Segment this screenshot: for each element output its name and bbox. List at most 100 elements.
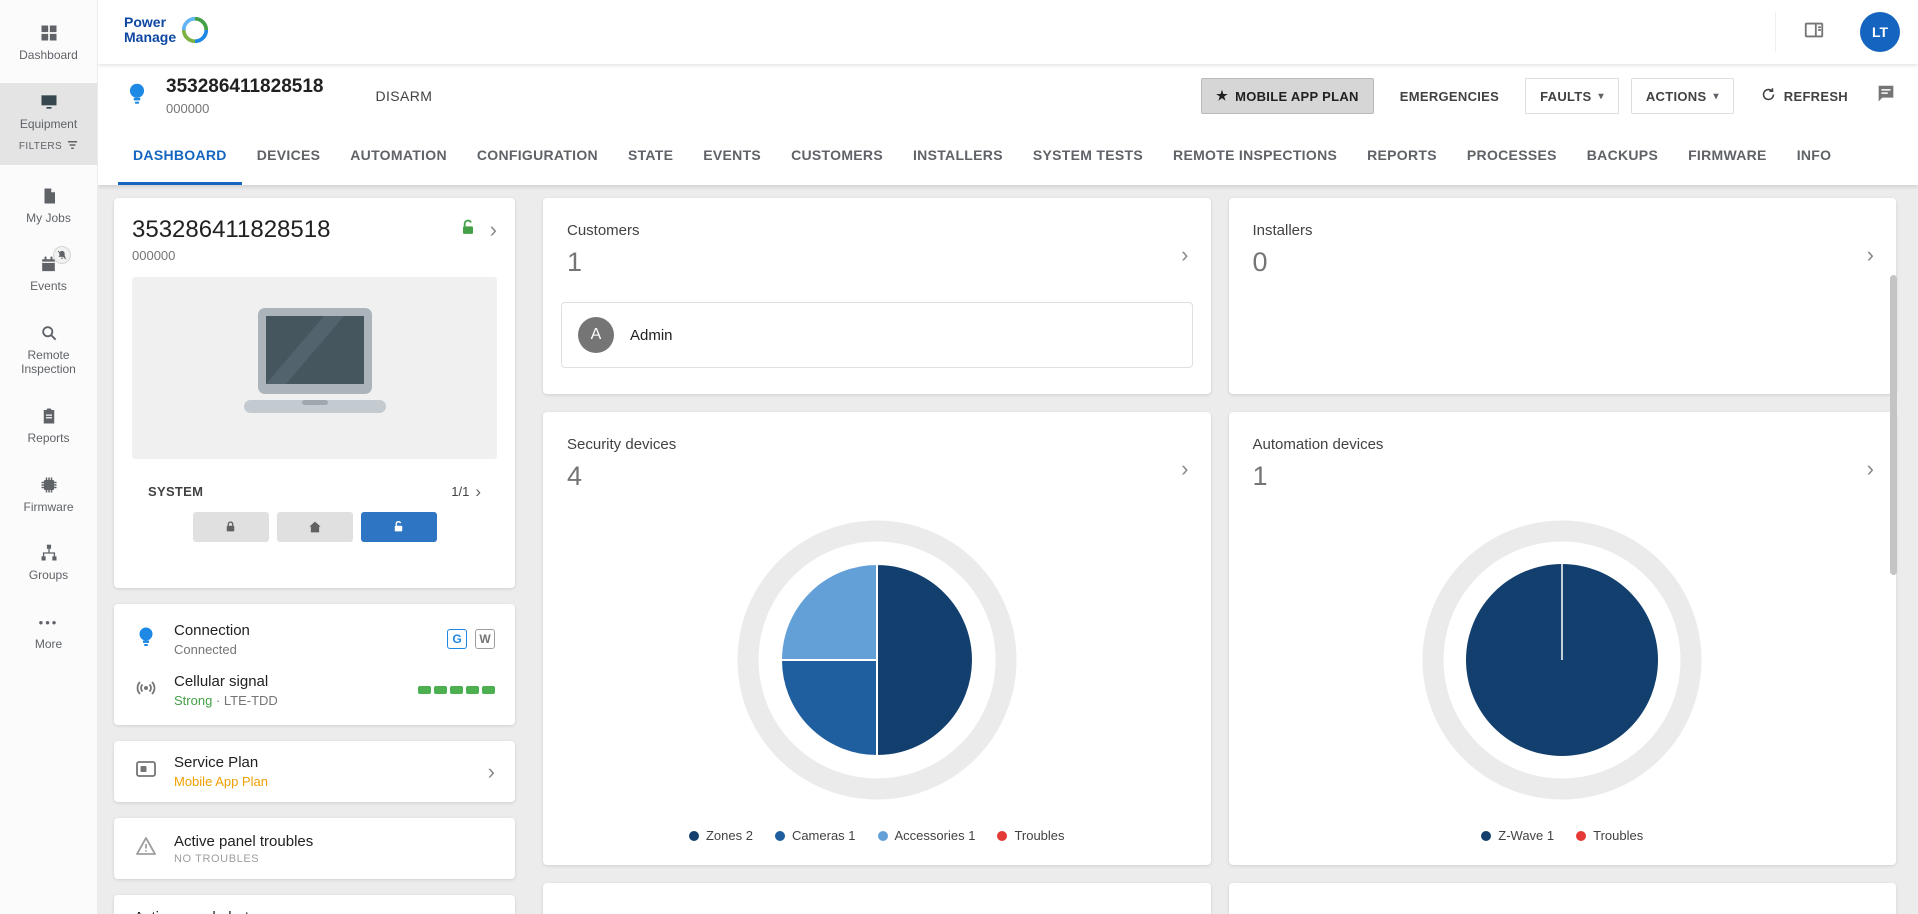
tab-backups[interactable]: BACKUPS bbox=[1572, 128, 1673, 185]
sidebar-item-equipment-inner[interactable]: Equipment bbox=[0, 83, 97, 140]
chevron-right-icon[interactable]: › bbox=[488, 761, 495, 783]
automation-devices-title: Automation devices bbox=[1253, 436, 1873, 453]
scrollbar-thumb[interactable] bbox=[1890, 275, 1897, 575]
security-devices-card: Security devices 4 › Zones 2 Cameras 1 A… bbox=[543, 412, 1211, 865]
sidebar-item-my-jobs[interactable]: My Jobs bbox=[0, 177, 97, 234]
panel-icon bbox=[134, 624, 158, 655]
home-icon bbox=[307, 519, 323, 535]
chip-icon bbox=[38, 474, 60, 496]
tab-remote-inspections[interactable]: REMOTE INSPECTIONS bbox=[1158, 128, 1352, 185]
caret-down-icon: ▾ bbox=[1713, 91, 1718, 102]
chevron-right-icon[interactable]: › bbox=[1867, 458, 1874, 480]
equipment-icon bbox=[38, 91, 60, 113]
sidebar-filters[interactable]: FILTERS bbox=[0, 140, 97, 163]
sidebar-item-more[interactable]: ••• More bbox=[0, 603, 97, 660]
lock-icon bbox=[223, 519, 238, 535]
sidebar-item-reports[interactable]: Reports bbox=[0, 397, 97, 454]
tab-reports[interactable]: REPORTS bbox=[1352, 128, 1452, 185]
security-devices-title: Security devices bbox=[567, 436, 1187, 453]
tab-automation[interactable]: AUTOMATION bbox=[335, 128, 462, 185]
customer-row-admin[interactable]: A Admin bbox=[561, 302, 1193, 368]
tab-state[interactable]: STATE bbox=[613, 128, 688, 185]
gprs-badge: G bbox=[447, 629, 467, 649]
layout-toggle-icon[interactable] bbox=[1802, 19, 1826, 46]
tab-customers[interactable]: CUSTOMERS bbox=[776, 128, 898, 185]
sidebar-item-remote-inspection[interactable]: Remote Inspection bbox=[0, 314, 97, 385]
logo-line1: Power bbox=[124, 15, 176, 31]
sidebar-item-groups[interactable]: Groups bbox=[0, 534, 97, 591]
zones-dot-icon bbox=[689, 831, 699, 841]
signal-bars-icon bbox=[418, 686, 495, 694]
chevron-right-icon[interactable]: › bbox=[490, 219, 497, 241]
panel-card-subtitle: 000000 bbox=[132, 248, 497, 263]
filters-label: FILTERS bbox=[19, 141, 62, 152]
cellular-strength: Strong bbox=[174, 693, 212, 708]
panel-summary-card: 353286411828518 › 000000 SYSTEM 1/1 bbox=[114, 198, 515, 588]
tab-processes[interactable]: PROCESSES bbox=[1452, 128, 1572, 185]
cellular-row: Cellular signal Strong · LTE-TDD bbox=[134, 667, 495, 713]
sidebar-item-firmware[interactable]: Firmware bbox=[0, 466, 97, 523]
sidebar-item-events[interactable]: Events bbox=[0, 245, 97, 302]
magnifier-icon bbox=[38, 322, 60, 344]
logo-line2: Manage bbox=[124, 30, 176, 46]
service-plan-card[interactable]: Service Plan Mobile App Plan › bbox=[114, 741, 515, 802]
sidebar-item-label: Reports bbox=[27, 432, 69, 446]
sidebar-item-equipment[interactable]: Equipment FILTERS bbox=[0, 83, 97, 165]
tab-system-tests[interactable]: SYSTEM TESTS bbox=[1018, 128, 1158, 185]
antenna-icon bbox=[134, 676, 158, 705]
troubles-value: NO TROUBLES bbox=[174, 853, 495, 865]
calendar-icon bbox=[38, 253, 60, 275]
connection-card: Connection Connected G W Cellular signal… bbox=[114, 604, 515, 725]
emergencies-button[interactable]: EMERGENCIES bbox=[1386, 78, 1513, 114]
tab-events[interactable]: EVENTS bbox=[688, 128, 776, 185]
more-dots-icon: ••• bbox=[38, 611, 60, 633]
clipboard-icon bbox=[38, 405, 60, 427]
faults-button[interactable]: FAULTS ▾ bbox=[1525, 78, 1619, 114]
star-icon: ★ bbox=[1216, 88, 1228, 104]
chevron-right-icon[interactable]: › bbox=[1181, 244, 1188, 266]
automation-devices-card: Automation devices 1 › Z-Wave 1 Troubles bbox=[1229, 412, 1897, 865]
panel-id: 353286411828518 bbox=[166, 76, 323, 98]
chevron-right-icon[interactable]: › bbox=[475, 483, 481, 500]
installers-title: Installers bbox=[1253, 222, 1873, 239]
legend-item-troubles: Troubles bbox=[1576, 828, 1643, 843]
chevron-right-icon[interactable]: › bbox=[1867, 244, 1874, 266]
warning-icon bbox=[134, 834, 158, 863]
mobile-app-plan-button[interactable]: ★ MOBILE APP PLAN bbox=[1201, 78, 1374, 114]
tab-bar: DASHBOARD DEVICES AUTOMATION CONFIGURATI… bbox=[98, 128, 1918, 185]
disarm-button[interactable] bbox=[361, 512, 437, 542]
customer-name: Admin bbox=[630, 327, 673, 344]
sidebar: Dashboard Equipment FILTERS My Jobs bbox=[0, 0, 98, 914]
panel-header: 353286411828518 000000 DISARM ★ MOBILE A… bbox=[98, 64, 1918, 128]
panel-card-title: 353286411828518 bbox=[132, 216, 446, 244]
tab-configuration[interactable]: CONFIGURATION bbox=[462, 128, 613, 185]
user-avatar[interactable]: LT bbox=[1860, 12, 1900, 52]
actions-button[interactable]: ACTIONS ▾ bbox=[1631, 78, 1734, 114]
tab-info[interactable]: INFO bbox=[1782, 128, 1847, 185]
tab-installers[interactable]: INSTALLERS bbox=[898, 128, 1018, 185]
app-logo[interactable]: Power Manage bbox=[124, 15, 210, 50]
legend-item-zones: Zones 2 bbox=[689, 828, 753, 843]
arm-home-button[interactable] bbox=[277, 512, 353, 542]
refresh-button[interactable]: REFRESH bbox=[1746, 78, 1862, 114]
tab-devices[interactable]: DEVICES bbox=[242, 128, 336, 185]
zwave-dot-icon bbox=[1481, 831, 1491, 841]
customers-title: Customers bbox=[567, 222, 1187, 239]
arm-away-button[interactable] bbox=[193, 512, 269, 542]
chevron-right-icon[interactable]: › bbox=[1181, 458, 1188, 480]
partial-card-left bbox=[543, 883, 1211, 914]
top-right-controls: LT bbox=[1775, 12, 1900, 52]
tab-firmware[interactable]: FIRMWARE bbox=[1673, 128, 1782, 185]
tab-dashboard[interactable]: DASHBOARD bbox=[118, 128, 242, 185]
main-content: 353286411828518 › 000000 SYSTEM 1/1 bbox=[98, 185, 1918, 914]
document-icon bbox=[38, 185, 60, 207]
sidebar-item-label: Equipment bbox=[20, 118, 77, 132]
legend-item-accessories: Accessories 1 bbox=[878, 828, 976, 843]
sidebar-item-dashboard[interactable]: Dashboard bbox=[0, 14, 97, 71]
sidebar-item-label: My Jobs bbox=[26, 212, 71, 226]
chat-icon[interactable] bbox=[1874, 83, 1898, 110]
arm-state-label: DISARM bbox=[375, 88, 432, 104]
legend-item-cameras: Cameras 1 bbox=[775, 828, 856, 843]
dashboard-icon bbox=[38, 22, 60, 44]
connection-label: Connection bbox=[174, 622, 431, 639]
